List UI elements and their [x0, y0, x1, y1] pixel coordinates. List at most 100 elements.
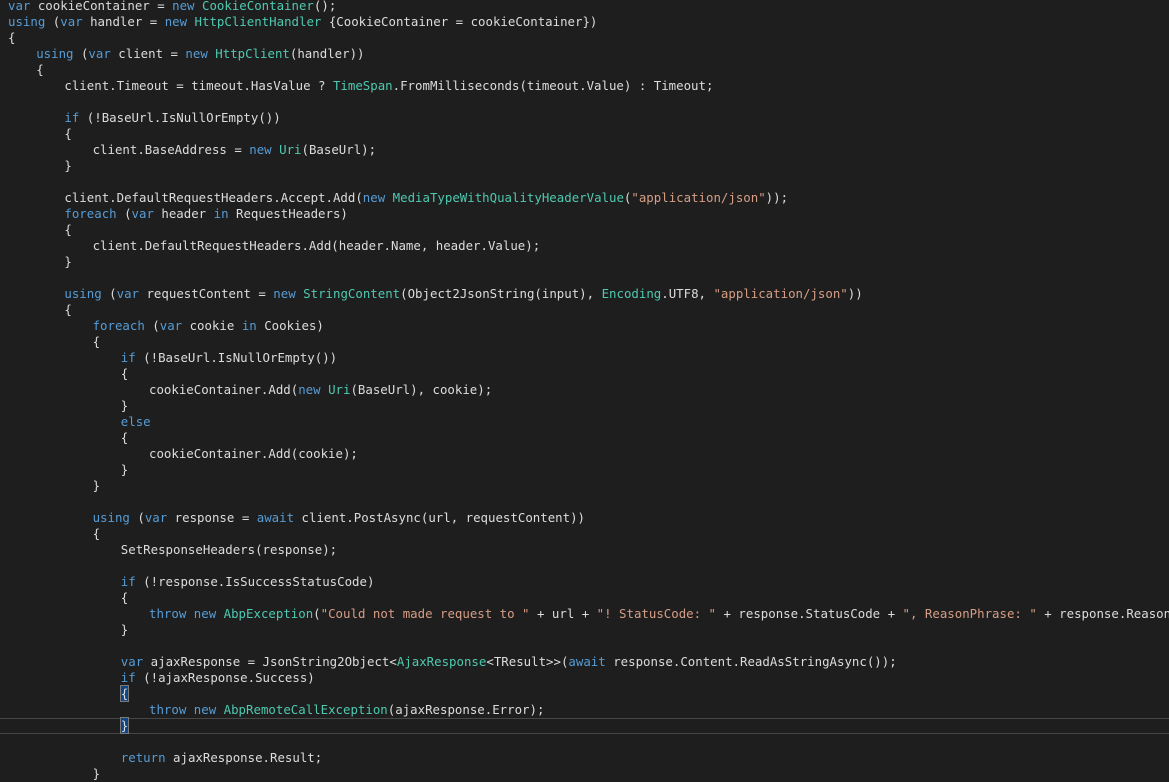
type-token: AbpException [223, 606, 314, 621]
keyword-token: new [193, 702, 217, 717]
code-line[interactable]: { [64, 302, 71, 318]
code-token: { [92, 334, 101, 349]
code-editor[interactable]: var cookieContainer = new CookieContaine… [0, 0, 1169, 782]
string-token: "application/json" [713, 286, 848, 301]
code-line[interactable]: } [64, 254, 71, 270]
code-line[interactable]: { [121, 366, 128, 382]
code-line[interactable]: else [121, 414, 151, 430]
code-token: .UTF8, [661, 286, 714, 301]
code-token: (!ajaxResponse.Success) [135, 670, 315, 685]
keyword-token: foreach [92, 318, 145, 333]
type-token: TimeSpan [332, 78, 393, 93]
code-token: } [120, 622, 129, 637]
code-token: { [36, 62, 44, 77]
code-line[interactable]: client.Timeout = timeout.HasValue ? Time… [64, 78, 713, 94]
string-token: "Could not made request to " [320, 606, 530, 621]
code-line[interactable]: { [93, 334, 100, 350]
type-token: HttpClientHandler [194, 14, 322, 29]
code-line[interactable]: { [121, 430, 128, 446]
code-line[interactable]: { [93, 526, 100, 542]
code-token: client.PostAsync(url, requestContent)) [294, 510, 585, 525]
code-token: ajaxResponse = JsonString2Object< [143, 654, 397, 669]
code-line[interactable]: if (!BaseUrl.IsNullOrEmpty()) [64, 110, 280, 126]
keyword-token: new [193, 606, 217, 621]
keyword-token: throw [149, 606, 187, 621]
code-token: + response.ReasonPhrase); [1044, 606, 1169, 621]
code-line[interactable]: foreach (var header in RequestHeaders) [64, 206, 348, 222]
code-token: } [120, 398, 129, 413]
code-token: { [64, 222, 72, 237]
code-line[interactable]: if (!BaseUrl.IsNullOrEmpty()) [121, 350, 337, 366]
code-line[interactable]: client.DefaultRequestHeaders.Add(header.… [93, 238, 541, 254]
code-line[interactable]: using (var client = new HttpClient(handl… [36, 46, 364, 62]
code-line[interactable]: throw new AbpException("Could not made r… [149, 606, 1169, 622]
type-token: Encoding [601, 286, 662, 301]
type-token: AbpRemoteCallException [223, 702, 388, 717]
code-line[interactable]: { [8, 30, 15, 46]
keyword-token: new [172, 0, 195, 13]
code-line[interactable]: if (!ajaxResponse.Success) [121, 670, 315, 686]
code-line[interactable]: if (!response.IsSuccessStatusCode) [121, 574, 375, 590]
keyword-token: await [256, 510, 295, 525]
code-token: + response.StatusCode + [716, 606, 903, 621]
code-token: )); [765, 190, 789, 205]
code-token: client.Timeout = timeout.HasValue ? [64, 78, 333, 93]
code-token: response.Content.ReadAsStringAsync()); [605, 654, 897, 669]
code-line[interactable]: return ajaxResponse.Result; [121, 750, 322, 766]
code-token: client.BaseAddress = [92, 142, 250, 157]
code-token: { [120, 366, 129, 381]
code-token: <TResult>>( [486, 654, 569, 669]
type-token: Uri [279, 142, 302, 157]
code-token: } [92, 766, 101, 781]
code-line[interactable]: client.BaseAddress = new Uri(BaseUrl); [93, 142, 377, 158]
code-line[interactable]: using (var requestContent = new StringCo… [64, 286, 862, 302]
code-line[interactable]: } [64, 158, 71, 174]
code-token: ( [45, 14, 61, 29]
code-line[interactable]: } [121, 398, 128, 414]
code-line[interactable]: cookieContainer.Add(new Uri(BaseUrl), co… [149, 382, 492, 398]
code-line[interactable]: } [121, 622, 128, 638]
code-line[interactable]: throw new AbpRemoteCallException(ajaxRes… [149, 702, 544, 718]
code-token: (!response.IsSuccessStatusCode) [135, 574, 375, 589]
code-line[interactable]: } [93, 766, 100, 782]
type-token: CookieContainer [202, 0, 314, 13]
code-line[interactable]: } [93, 478, 100, 494]
code-token: handler = [82, 14, 165, 29]
keyword-token: new [362, 190, 386, 205]
code-token: } [120, 462, 129, 477]
code-token: .FromMilliseconds(timeout.Value) : Timeo… [392, 78, 714, 93]
matched-brace: { [119, 685, 130, 702]
code-token: { [64, 126, 72, 141]
code-token: { [8, 30, 16, 45]
type-token: AjaxResponse [396, 654, 487, 669]
keyword-token: foreach [64, 206, 117, 221]
code-line[interactable]: client.DefaultRequestHeaders.Accept.Add(… [64, 190, 788, 206]
code-token: ( [144, 318, 160, 333]
type-token: MediaTypeWithQualityHeaderValue [392, 190, 624, 205]
code-line[interactable]: var ajaxResponse = JsonString2Object<Aja… [121, 654, 897, 670]
code-line[interactable]: using (var handler = new HttpClientHandl… [8, 14, 597, 30]
code-line[interactable]: { [121, 590, 128, 606]
code-line[interactable]: { [64, 222, 71, 238]
code-line[interactable]: foreach (var cookie in Cookies) [93, 318, 324, 334]
keyword-token: var [116, 286, 140, 301]
type-token: HttpClient [215, 46, 290, 61]
keyword-token: new [185, 46, 208, 61]
code-line[interactable]: var cookieContainer = new CookieContaine… [8, 0, 336, 14]
code-line[interactable]: { [36, 62, 43, 78]
code-line[interactable]: } [119, 717, 130, 734]
code-line[interactable]: } [121, 462, 128, 478]
code-line[interactable]: SetResponseHeaders(response); [121, 542, 337, 558]
code-token: { [120, 430, 129, 445]
keyword-token: var [131, 206, 154, 221]
code-line[interactable]: using (var response = await client.PostA… [93, 510, 585, 526]
code-line[interactable]: cookieContainer.Add(cookie); [149, 446, 358, 462]
code-token: requestContent = [139, 286, 274, 301]
code-line[interactable]: { [64, 126, 71, 142]
code-line[interactable]: { [119, 685, 130, 702]
code-token: { [120, 590, 129, 605]
keyword-token: var [120, 654, 144, 669]
